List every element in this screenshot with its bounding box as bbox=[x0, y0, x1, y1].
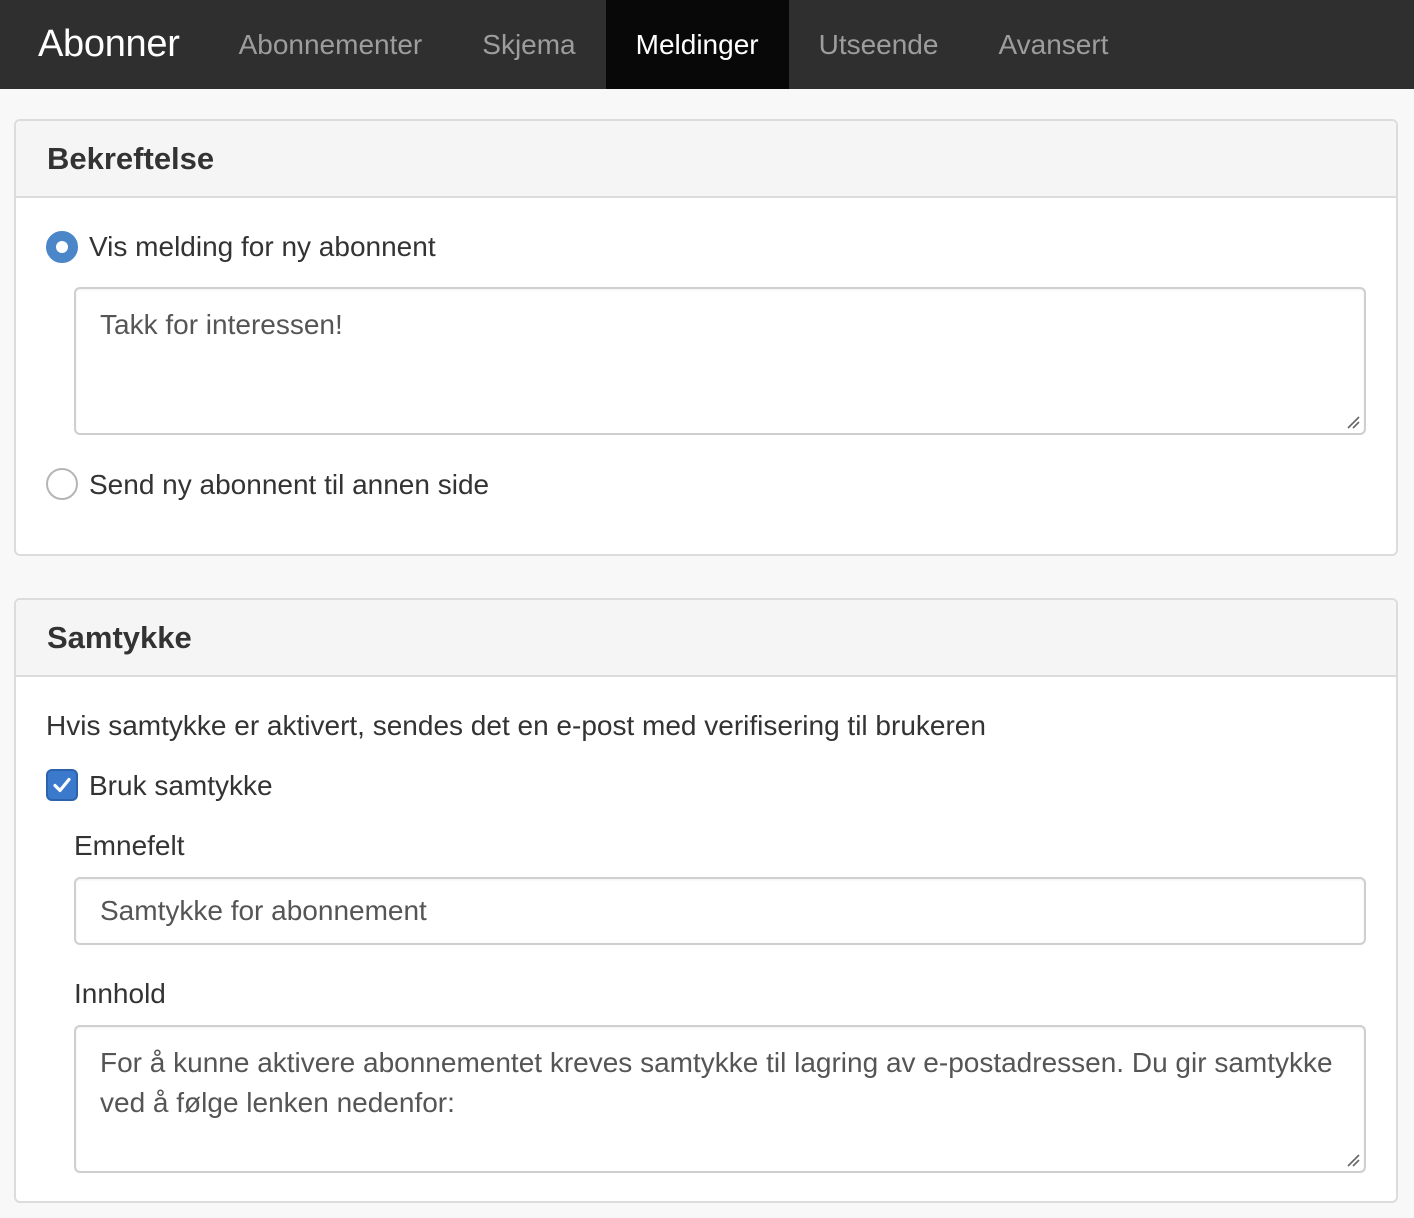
subject-input[interactable]: Samtykke for abonnement bbox=[74, 877, 1366, 945]
consent-panel: Samtykke Hvis samtykke er aktivert, send… bbox=[14, 598, 1398, 1203]
subject-value: Samtykke for abonnement bbox=[100, 895, 427, 926]
show-message-label[interactable]: Vis melding for ny abonnent bbox=[89, 231, 436, 263]
tab-abonnementer[interactable]: Abonnementer bbox=[209, 0, 453, 89]
content-label: Innhold bbox=[74, 978, 166, 1009]
tab-utseende[interactable]: Utseende bbox=[789, 0, 969, 89]
checkmark-icon bbox=[53, 777, 71, 793]
content-textarea[interactable]: For å kunne aktivere abonnementet kreves… bbox=[74, 1025, 1366, 1173]
brand-title[interactable]: Abonner bbox=[0, 0, 209, 89]
confirmation-heading: Bekreftelse bbox=[16, 121, 1396, 198]
use-consent-checkbox[interactable] bbox=[46, 769, 78, 801]
confirmation-message-text: Takk for interessen! bbox=[100, 309, 343, 340]
confirmation-message-textarea[interactable]: Takk for interessen! bbox=[74, 287, 1366, 435]
consent-heading: Samtykke bbox=[16, 600, 1396, 677]
consent-description: Hvis samtykke er aktivert, sendes det en… bbox=[46, 710, 986, 741]
tab-meldinger[interactable]: Meldinger bbox=[605, 0, 789, 89]
top-navbar: Abonner Abonnementer Skjema Meldinger Ut… bbox=[0, 0, 1414, 89]
resize-handle-icon[interactable] bbox=[1346, 1153, 1360, 1167]
subject-label: Emnefelt bbox=[74, 830, 185, 861]
resize-handle-icon[interactable] bbox=[1346, 415, 1360, 429]
content-value: For å kunne aktivere abonnementet kreves… bbox=[100, 1047, 1333, 1118]
tab-avansert[interactable]: Avansert bbox=[968, 0, 1138, 89]
show-message-radio[interactable] bbox=[46, 231, 78, 263]
tab-skjema[interactable]: Skjema bbox=[452, 0, 605, 89]
use-consent-label[interactable]: Bruk samtykke bbox=[89, 770, 273, 802]
confirmation-panel: Bekreftelse Vis melding for ny abonnent … bbox=[14, 119, 1398, 556]
redirect-radio[interactable] bbox=[46, 468, 78, 500]
redirect-label[interactable]: Send ny abonnent til annen side bbox=[89, 469, 489, 501]
